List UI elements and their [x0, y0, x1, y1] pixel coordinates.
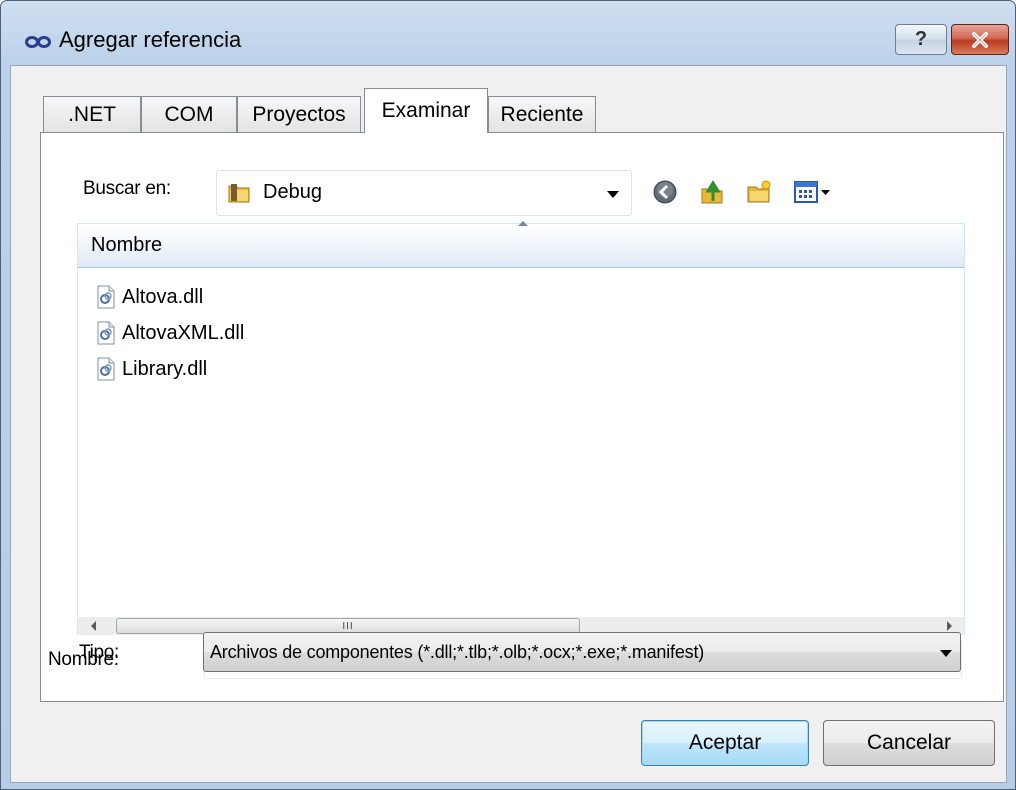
back-icon[interactable] — [652, 179, 678, 205]
scroll-right-arrow-icon[interactable] — [947, 621, 952, 631]
help-icon: ? — [914, 28, 928, 50]
sort-ascending-icon — [518, 221, 528, 226]
tab-net[interactable]: .NET — [43, 96, 141, 132]
ok-button-label: Aceptar — [688, 731, 762, 754]
list-item[interactable]: Altova.dll — [96, 281, 203, 313]
add-reference-link-icon — [25, 36, 51, 48]
tab-proyectos[interactable]: Proyectos — [237, 96, 361, 132]
list-item[interactable]: Library.dll — [96, 353, 207, 385]
tab-examinar[interactable]: Examinar — [364, 88, 488, 133]
chevron-down-icon[interactable] — [940, 650, 952, 657]
file-type-select[interactable]: Archivos de componentes (*.dll;*.tlb;*.o… — [203, 632, 961, 672]
examinar-panel: Buscar en: Debug Nombre Altova.dll Altov… — [40, 132, 1004, 702]
look-in-combo[interactable]: Debug — [216, 170, 632, 216]
file-list-view[interactable]: Nombre Altova.dll AltovaXML.dll Library.… — [77, 221, 965, 635]
scroll-left-arrow-icon[interactable] — [91, 621, 96, 631]
up-folder-icon[interactable] — [699, 179, 725, 205]
look-in-label: Buscar en: — [83, 178, 171, 199]
help-button[interactable]: ? — [895, 24, 947, 55]
dialog-client-area: .NET COM Proyectos Examinar Reciente Bus… — [10, 65, 1007, 783]
tab-label: .NET — [68, 102, 116, 126]
column-header-nombre[interactable]: Nombre — [78, 221, 964, 268]
look-in-value: Debug — [263, 181, 322, 203]
dll-file-icon — [97, 285, 115, 309]
tab-com[interactable]: COM — [141, 96, 237, 132]
file-name: Altova.dll — [122, 285, 204, 308]
file-name: Library.dll — [122, 357, 208, 380]
window-title: Agregar referencia — [59, 27, 242, 52]
title-bar[interactable]: Agregar referencia ? — [1, 1, 1015, 65]
tab-label: Reciente — [500, 102, 584, 126]
list-item[interactable]: AltovaXML.dll — [96, 317, 244, 349]
tab-label: Examinar — [381, 99, 471, 122]
ok-button[interactable]: Aceptar — [641, 720, 809, 766]
column-header-label: Nombre — [91, 234, 163, 256]
file-type-label: Tipo: — [79, 642, 120, 663]
tab-label: COM — [164, 102, 214, 126]
folder-icon — [228, 184, 250, 203]
cancel-button-label: Cancelar — [866, 731, 952, 754]
view-menu-icon[interactable] — [793, 179, 833, 205]
dialog-window: Agregar referencia ? .NET COM Proyectos … — [0, 0, 1016, 790]
scrollbar-grip: III — [342, 620, 354, 632]
file-name: AltovaXML.dll — [122, 321, 245, 344]
dll-file-icon — [97, 321, 115, 345]
dll-file-icon — [97, 357, 115, 381]
file-type-value: Archivos de componentes (*.dll;*.tlb;*.o… — [210, 642, 705, 662]
cancel-button[interactable]: Cancelar — [823, 720, 995, 766]
close-icon — [972, 31, 988, 48]
new-folder-icon[interactable] — [746, 179, 772, 205]
tab-label: Proyectos — [252, 102, 346, 126]
close-button[interactable] — [951, 24, 1009, 55]
chevron-down-icon[interactable] — [607, 191, 619, 198]
tab-reciente[interactable]: Reciente — [488, 96, 596, 132]
